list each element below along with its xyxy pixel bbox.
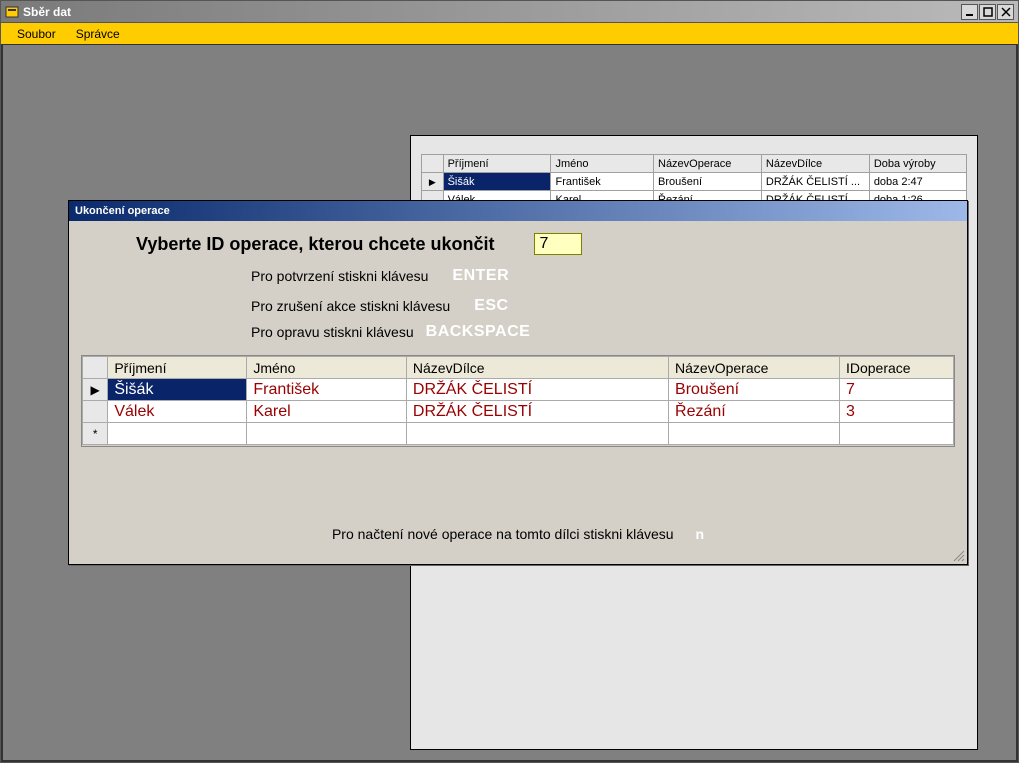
resize-grip-icon[interactable] (951, 548, 965, 562)
window-controls (960, 4, 1014, 20)
col-prijmeni[interactable]: Příjmení (108, 357, 247, 379)
cell-vyroby[interactable]: doba 2:47 (869, 173, 966, 191)
app-icon (5, 5, 19, 19)
col-id[interactable]: IDoperace (839, 357, 953, 379)
window-title: Sběr dat (23, 5, 960, 19)
cell-id[interactable]: 3 (839, 401, 953, 423)
cell-prijmeni[interactable]: Válek (108, 401, 247, 423)
col-jmeno[interactable]: Jméno (247, 357, 407, 379)
cell-operace[interactable]: Broušení (669, 379, 840, 401)
cell-prijmeni[interactable]: Šišák (443, 173, 551, 191)
cell-dilce[interactable]: DRŽÁK ČELISTÍ (406, 379, 668, 401)
hint-confirm-text: Pro potvrzení stiskni klávesu (251, 268, 428, 284)
dialog-grid[interactable]: Příjmení Jméno NázevDílce NázevOperace I… (82, 356, 954, 445)
close-button[interactable] (997, 4, 1014, 20)
hint-cancel-text: Pro zrušení akce stiskni klávesu (251, 298, 450, 314)
table-row-new[interactable]: * (83, 423, 954, 445)
menu-spravce[interactable]: Správce (66, 25, 130, 43)
col-prijmeni[interactable]: Příjmení (443, 155, 551, 173)
new-row-icon[interactable]: * (83, 423, 108, 445)
row-selector-icon[interactable] (83, 401, 108, 423)
hint-edit-text: Pro opravu stiskni klávesu (251, 324, 414, 340)
menu-soubor[interactable]: Soubor (7, 25, 66, 43)
col-jmeno[interactable]: Jméno (551, 155, 654, 173)
table-row[interactable]: ▶ Šišák František DRŽÁK ČELISTÍ Broušení… (83, 379, 954, 401)
cell-jmeno[interactable]: František (247, 379, 407, 401)
cell-operace[interactable]: Broušení (654, 173, 762, 191)
table-header-row: Příjmení Jméno NázevOperace NázevDílce D… (422, 155, 967, 173)
hint-confirm-key: ENTER (452, 267, 509, 285)
row-selector-icon[interactable]: ▶ (83, 379, 108, 401)
table-row[interactable]: ▶ Šišák František Broušení DRŽÁK ČELISTÍ… (422, 173, 967, 191)
row-selector-icon[interactable]: ▶ (422, 173, 444, 191)
col-operace[interactable]: NázevOperace (654, 155, 762, 173)
cell-dilce[interactable]: DRŽÁK ČELISTÍ (406, 401, 668, 423)
hint-edit-key: BACKSPACE (426, 323, 531, 341)
col-vyroby[interactable]: Doba výroby (869, 155, 966, 173)
col-dilce[interactable]: NázevDílce (406, 357, 668, 379)
end-operation-dialog: Ukončení operace Vyberte ID operace, kte… (68, 200, 968, 565)
maximize-button[interactable] (979, 4, 996, 20)
operation-id-field[interactable] (534, 233, 582, 255)
cell-jmeno[interactable]: Karel (247, 401, 407, 423)
cell-operace[interactable]: Řezání (669, 401, 840, 423)
cell-id[interactable]: 7 (839, 379, 953, 401)
main-window: Sběr dat Soubor Správce (0, 0, 1019, 763)
bottom-hint-key: n (695, 526, 704, 542)
dialog-title: Ukončení operace (69, 201, 967, 221)
bottom-hint-text: Pro načtení nové operace na tomto dílci … (332, 526, 674, 542)
col-operace[interactable]: NázevOperace (669, 357, 840, 379)
client-area: Příjmení Jméno NázevOperace NázevDílce D… (1, 45, 1018, 762)
dialog-body: Vyberte ID operace, kterou chcete ukonči… (69, 221, 967, 564)
table-header-row: Příjmení Jméno NázevDílce NázevOperace I… (83, 357, 954, 379)
col-dilce[interactable]: NázevDílce (761, 155, 869, 173)
bottom-hint: Pro načtení nové operace na tomto dílci … (69, 526, 967, 542)
minimize-button[interactable] (961, 4, 978, 20)
hint-cancel-key: ESC (474, 297, 508, 315)
titlebar: Sběr dat (1, 1, 1018, 23)
menubar: Soubor Správce (1, 23, 1018, 45)
cell-prijmeni[interactable]: Šišák (108, 379, 247, 401)
table-row[interactable]: Válek Karel DRŽÁK ČELISTÍ Řezání 3 (83, 401, 954, 423)
cell-jmeno[interactable]: František (551, 173, 654, 191)
dialog-heading: Vyberte ID operace, kterou chcete ukonči… (136, 234, 494, 255)
cell-dilce[interactable]: DRŽÁK ČELISTÍ ... (761, 173, 869, 191)
